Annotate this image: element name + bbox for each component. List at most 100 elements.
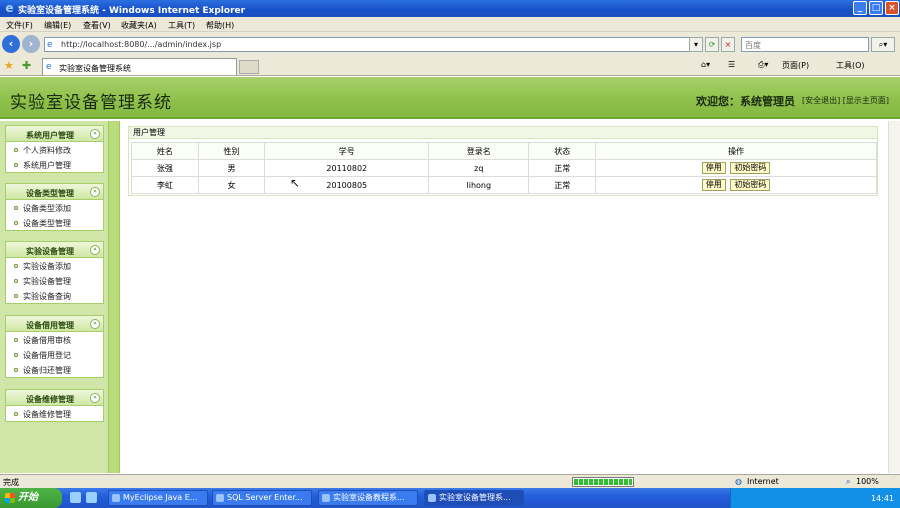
sidebar-group-header[interactable]: 设备维修管理 »: [6, 390, 103, 406]
maximize-button[interactable]: □: [869, 1, 883, 15]
collapse-icon[interactable]: »: [90, 129, 100, 139]
collapse-icon[interactable]: »: [90, 393, 100, 403]
refresh-icon[interactable]: ⟳: [705, 37, 719, 52]
page-header: 实验室设备管理系统 欢迎您：系统管理员 [安全退出] [显示主页面]: [0, 77, 900, 119]
system-title: 实验室设备管理系统: [10, 93, 172, 113]
menu-bar: 文件(F) 编辑(E) 查看(V) 收藏夹(A) 工具(T) 帮助(H): [0, 17, 900, 32]
bullet-icon: [14, 163, 18, 167]
sidebar-splitter[interactable]: [108, 121, 120, 473]
sidebar-item[interactable]: 设备维修管理: [6, 406, 103, 421]
disable-button[interactable]: 停用: [701, 162, 726, 174]
sidebar-group-title: 实验设备管理: [26, 247, 74, 256]
new-tab-button[interactable]: [239, 60, 259, 74]
sidebar-group-repair: 设备维修管理 » 设备维修管理: [5, 389, 104, 422]
collapse-icon[interactable]: »: [90, 319, 100, 329]
task-lab-system[interactable]: 实验室设备管理系...: [424, 490, 524, 506]
start-button[interactable]: 开始: [0, 488, 62, 508]
welcome-text: 欢迎您：系统管理员: [696, 95, 795, 108]
add-favorite-icon[interactable]: ✚: [22, 59, 31, 72]
column-header: 学号: [264, 142, 430, 160]
sidebar-item[interactable]: 设备借用登记: [6, 347, 103, 362]
sidebar-item[interactable]: 设备借用审核: [6, 332, 103, 347]
table-row: 张强 男 20110802 zq 正常 停用 初始密码: [131, 159, 877, 177]
column-header: 操作: [595, 142, 877, 160]
bullet-icon: [14, 148, 18, 152]
menu-file[interactable]: 文件(F): [6, 20, 33, 31]
cell-login: lihong: [428, 176, 530, 194]
bullet-icon: [14, 279, 18, 283]
bullet-icon: [14, 353, 18, 357]
progress-fill: [574, 479, 632, 485]
forward-button[interactable]: ›: [22, 35, 40, 53]
tab-bar: ★ ✚ e 实验室设备管理系统 ⌂▾ ☰ ⎙▾ 页面(P) 工具(O): [0, 56, 900, 76]
quicklaunch-desktop-icon[interactable]: [70, 492, 81, 503]
page-menu[interactable]: 页面(P): [782, 60, 809, 71]
collapse-icon[interactable]: »: [90, 187, 100, 197]
task-lab-tutorial[interactable]: 实验室设备教程系...: [318, 490, 418, 506]
task-myeclipse[interactable]: MyEclipse Java E...: [108, 490, 208, 506]
vertical-scrollbar[interactable]: [888, 121, 900, 473]
menu-favorites[interactable]: 收藏夹(A): [121, 20, 157, 31]
back-button[interactable]: ‹: [2, 35, 20, 53]
sidebar-item[interactable]: 设备归还管理: [6, 362, 103, 377]
windows-logo-icon: [5, 493, 15, 503]
sidebar-group-header[interactable]: 系统用户管理 »: [6, 126, 103, 142]
sidebar-item[interactable]: 设备类型管理: [6, 215, 103, 230]
sidebar-group-borrow: 设备借用管理 » 设备借用审核 设备借用登记 设备归还管理: [5, 315, 104, 378]
cell-actions: 停用 初始密码: [595, 176, 877, 194]
user-management-panel: 用户管理 姓名 性别 学号 登录名 状态 操作 张强 男 20110802 zq…: [128, 126, 878, 196]
zoom-level[interactable]: 100%: [856, 477, 879, 486]
column-header: 姓名: [131, 142, 199, 160]
search-icon[interactable]: ⌕▾: [871, 37, 895, 52]
reset-password-button[interactable]: 初始密码: [730, 179, 771, 191]
print-icon[interactable]: ⎙▾: [758, 60, 768, 70]
cell-status: 正常: [528, 159, 597, 177]
sidebar-item[interactable]: 实验设备管理: [6, 273, 103, 288]
disable-button[interactable]: 停用: [701, 179, 726, 191]
sidebar-item[interactable]: 实验设备添加: [6, 258, 103, 273]
feeds-icon[interactable]: ☰: [728, 60, 735, 69]
sidebar-group-header[interactable]: 设备类型管理 »: [6, 184, 103, 200]
tab-lab-system[interactable]: e 实验室设备管理系统: [42, 58, 237, 75]
sidebar-item[interactable]: 个人资料修改: [6, 142, 103, 157]
page-icon: e: [47, 40, 53, 50]
column-header: 登录名: [428, 142, 530, 160]
stop-icon[interactable]: ×: [721, 37, 735, 52]
reset-password-button[interactable]: 初始密码: [730, 162, 771, 174]
cell-name: 李虹: [131, 176, 199, 194]
status-text: 完成: [3, 478, 19, 487]
sidebar-item[interactable]: 系统用户管理: [6, 157, 103, 172]
favorites-star-icon[interactable]: ★: [4, 59, 14, 72]
sidebar-group-header[interactable]: 设备借用管理 »: [6, 316, 103, 332]
sidebar-item-label: 设备借用登记: [23, 351, 71, 360]
tools-menu[interactable]: 工具(O): [836, 60, 865, 71]
address-input[interactable]: e http://localhost:8080/.../admin/index.…: [44, 37, 702, 52]
sidebar-group-title: 系统用户管理: [26, 131, 74, 140]
taskbar: 开始 MyEclipse Java E... SQL Server Enter.…: [0, 488, 900, 508]
sidebar-group-header[interactable]: 实验设备管理 »: [6, 242, 103, 258]
menu-tools[interactable]: 工具(T): [168, 20, 195, 31]
address-dropdown-icon[interactable]: ▾: [689, 37, 703, 52]
task-sqlserver[interactable]: SQL Server Enter...: [212, 490, 312, 506]
table-row: 李虹 女 20100805 lihong 正常 停用 初始密码: [131, 176, 877, 194]
collapse-icon[interactable]: »: [90, 245, 100, 255]
zoom-icon[interactable]: ⌕: [846, 477, 850, 487]
menu-help[interactable]: 帮助(H): [206, 20, 234, 31]
user-table: 姓名 性别 学号 登录名 状态 操作 张强 男 20110802 zq 正常 停…: [131, 142, 877, 194]
close-button[interactable]: ×: [885, 1, 899, 15]
cell-gender: 女: [197, 176, 266, 194]
home-icon[interactable]: ⌂▾: [701, 60, 710, 69]
app-icon: [216, 494, 224, 502]
app-icon: [112, 494, 120, 502]
status-bar: 完成 ◍ Internet ⌕ 100%: [0, 474, 900, 488]
menu-view[interactable]: 查看(V): [83, 20, 111, 31]
menu-edit[interactable]: 编辑(E): [44, 20, 71, 31]
quicklaunch-ie-icon[interactable]: [86, 492, 97, 503]
header-links[interactable]: [安全退出] [显示主页面]: [802, 95, 889, 106]
start-label: 开始: [18, 492, 38, 503]
minimize-button[interactable]: _: [853, 1, 867, 15]
search-input[interactable]: 百度: [741, 37, 869, 52]
sidebar-item[interactable]: 实验设备查询: [6, 288, 103, 303]
sidebar-item[interactable]: 设备类型添加: [6, 200, 103, 215]
mouse-cursor-icon: ↖: [290, 176, 301, 190]
